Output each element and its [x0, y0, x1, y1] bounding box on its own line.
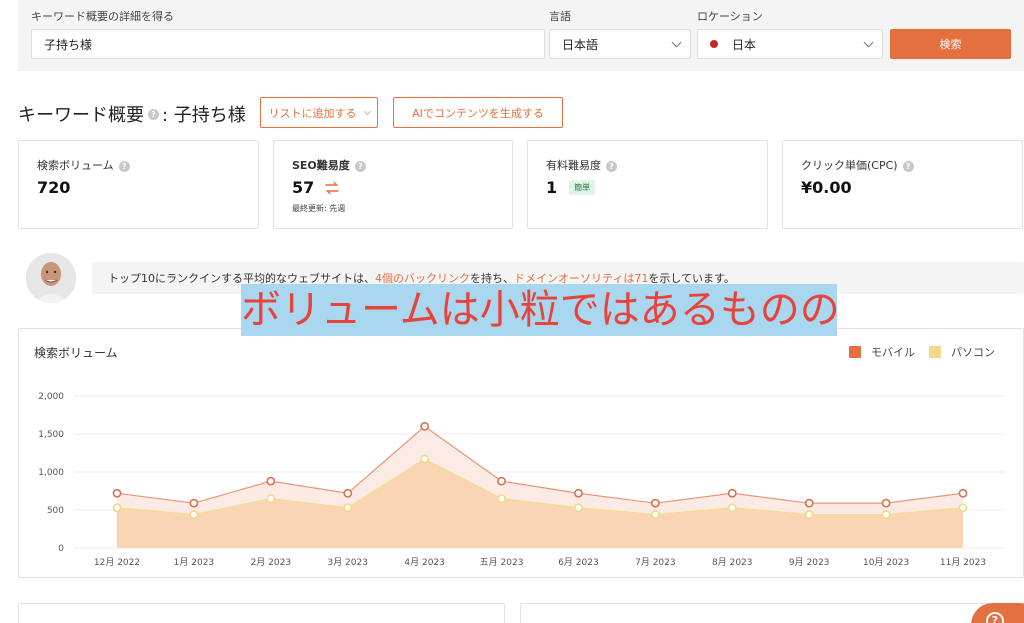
data-point-desktop: [881, 510, 891, 519]
data-point-mobile: [343, 488, 353, 498]
y-tick-label: 500: [47, 506, 64, 516]
x-tick-label: 2月 2023: [251, 557, 292, 568]
x-tick-label: 1月 2023: [174, 557, 215, 568]
search-button[interactable]: 検索: [890, 29, 1011, 59]
data-point-mobile: [112, 488, 122, 498]
ai-generate-button[interactable]: AIでコンテンツを生成する: [393, 97, 563, 128]
page-title-prefix: キーワード概要: [18, 105, 144, 126]
data-point-mobile: [881, 498, 891, 508]
keyword-input-value: 子持ち様: [44, 37, 93, 52]
card-label-text: SEO難易度: [292, 159, 350, 172]
y-tick-label: 1,000: [38, 468, 64, 478]
chevron-down-icon: [863, 37, 874, 48]
data-point-desktop: [574, 503, 583, 513]
language-label: 言語: [549, 10, 571, 23]
chevron-down-icon: [363, 107, 371, 115]
data-point-desktop: [189, 510, 199, 519]
last-updated-text: 最終更新: 先週: [292, 204, 346, 213]
data-point-mobile: [266, 476, 276, 486]
x-tick-label: 7月 2023: [635, 557, 676, 568]
difficulty-badge: 簡単: [569, 180, 596, 195]
x-tick-label: 11月 2023: [940, 557, 986, 568]
keyword-label: キーワード概要の詳細を得る: [31, 10, 174, 23]
page-title-keyword: : 子持ち様: [162, 105, 246, 126]
search-volume-chart: 0 500 1,000 1,500 2,000 12月 2022 1月 2023 2月 202…: [38, 392, 1004, 568]
data-point-desktop: [958, 503, 968, 513]
language-select[interactable]: 日本語: [549, 29, 691, 59]
x-tick-label: 12月 2022: [94, 557, 140, 568]
data-point-mobile: [650, 498, 660, 508]
data-point-mobile: [497, 476, 506, 486]
search-volume-value: 720: [37, 178, 71, 197]
paid-difficulty-value: 1: [546, 178, 558, 197]
x-tick-label: 6月 2023: [558, 557, 599, 568]
y-tick-label: 0: [58, 544, 64, 554]
y-tick-label: 1,500: [38, 430, 64, 440]
keyword-input[interactable]: 子持ち様: [31, 29, 545, 59]
x-tick-label: 4月 2023: [404, 557, 445, 568]
avatar: [26, 253, 76, 303]
data-point-mobile: [574, 488, 583, 498]
page-title: キーワード概要 ? : 子持ち様: [18, 101, 246, 127]
help-icon[interactable]: ?: [118, 160, 130, 172]
data-point-mobile: [420, 422, 430, 431]
data-point-desktop: [343, 503, 353, 513]
paid-difficulty-value-row: 1 簡単: [546, 178, 596, 197]
x-tick-label: 10月 2023: [863, 557, 909, 568]
location-select-value: 日本: [732, 37, 757, 52]
bottom-panel-left: [18, 603, 505, 623]
paid-difficulty-card: 有料難易度? 1 簡単: [527, 140, 768, 229]
cpc-card: クリック単価(CPC)? ¥0.00: [782, 140, 1023, 229]
seo-difficulty-card: SEO難易度? 57 最終更新: 先週: [273, 140, 513, 229]
search-volume-card: 検索ボリューム? 720: [18, 140, 259, 229]
question-icon: ?: [986, 612, 1004, 623]
cpc-value: ¥0.00: [801, 178, 852, 197]
data-point-mobile: [189, 498, 199, 508]
data-point-desktop: [804, 510, 814, 519]
data-point-desktop: [112, 503, 122, 513]
location-select[interactable]: 日本: [697, 29, 883, 59]
seo-difficulty-value-row: 57: [292, 178, 340, 197]
card-label-text: クリック単価(CPC): [801, 159, 898, 172]
seo-difficulty-value: 57: [292, 178, 315, 197]
x-tick-label: 五月 2023: [480, 557, 524, 568]
card-label: SEO難易度?: [292, 157, 366, 173]
y-tick-label: 2,000: [38, 392, 64, 402]
card-label: クリック単価(CPC)?: [801, 157, 914, 173]
x-tick-label: 8月 2023: [712, 557, 753, 568]
language-select-value: 日本語: [562, 37, 599, 52]
location-label: ロケーション: [697, 10, 763, 23]
data-point-mobile: [727, 488, 737, 498]
refresh-icon[interactable]: [324, 181, 340, 195]
card-label: 検索ボリューム?: [37, 157, 130, 173]
add-to-list-label: リストに追加する: [268, 106, 357, 120]
data-point-desktop: [650, 510, 660, 519]
person-avatar-icon: [26, 253, 76, 303]
data-point-desktop: [497, 494, 506, 503]
help-icon[interactable]: ?: [354, 160, 366, 172]
card-label-text: 有料難易度: [546, 159, 601, 172]
data-point-mobile: [804, 498, 814, 508]
card-label-text: 検索ボリューム: [37, 159, 114, 172]
x-tick-label: 9月 2023: [789, 557, 830, 568]
add-to-list-button[interactable]: リストに追加する: [260, 97, 378, 128]
data-point-mobile: [958, 488, 968, 498]
help-icon[interactable]: ?: [902, 160, 914, 172]
data-point-desktop: [266, 494, 276, 503]
chevron-down-icon: [671, 37, 682, 48]
overlay-caption: ボリュームは小粒ではあるものの: [241, 284, 840, 336]
data-point-desktop: [420, 454, 430, 464]
bottom-panel-right: [520, 603, 990, 623]
card-label: 有料難易度?: [546, 157, 617, 173]
japan-flag-icon: [710, 40, 718, 48]
search-volume-chart-card: 検索ボリューム モバイル パソコン 0 500 1,000 1,500 2,000 12月…: [18, 328, 1024, 578]
keyword-search-bar: キーワード概要の詳細を得る 子持ち様 言語 日本語 ロケーション 日本 検索: [18, 0, 1024, 71]
help-icon[interactable]: ?: [148, 108, 159, 120]
data-point-desktop: [727, 503, 737, 513]
x-tick-label: 3月 2023: [327, 557, 368, 568]
help-icon[interactable]: ?: [606, 160, 617, 172]
